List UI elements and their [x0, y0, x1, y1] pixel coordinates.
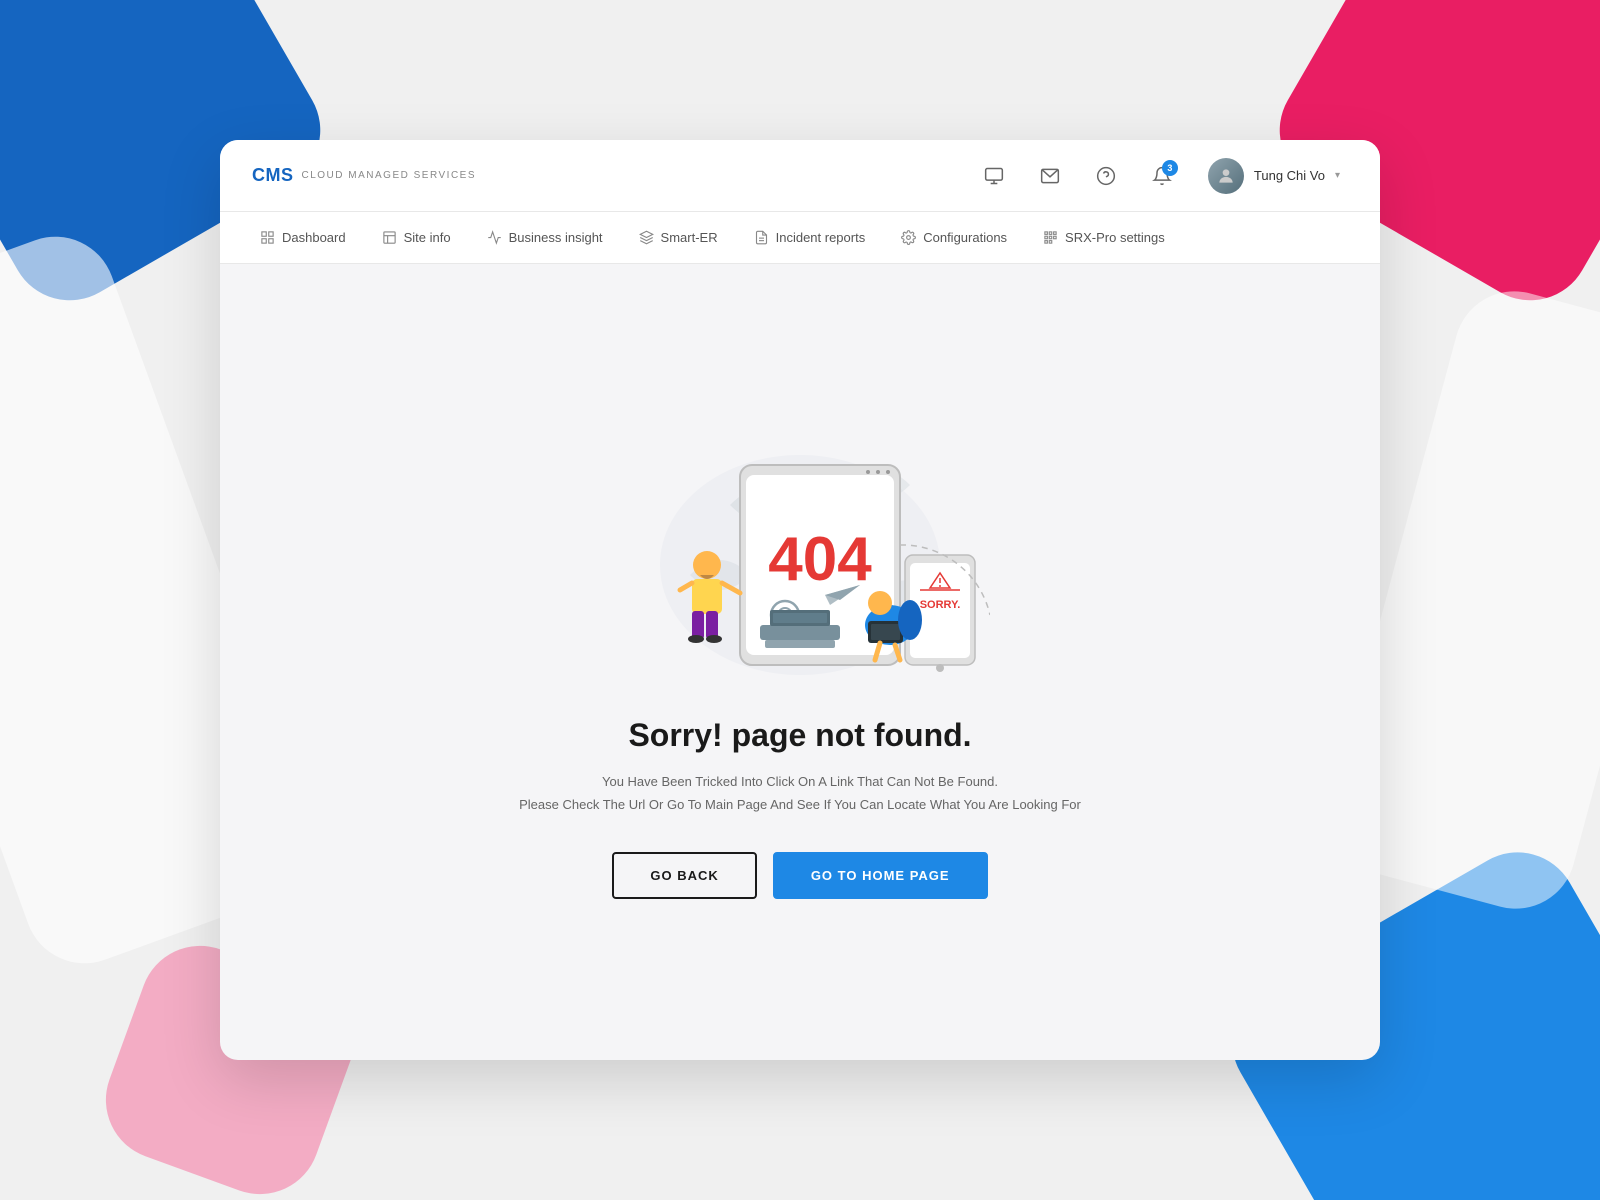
nav-item-dashboard[interactable]: Dashboard: [244, 222, 362, 253]
chevron-down-icon: ▾: [1335, 170, 1340, 181]
help-icon: [1096, 166, 1116, 186]
nav-item-site-info[interactable]: Site info: [366, 222, 467, 253]
grid-icon: [1043, 230, 1058, 245]
nav-label-dashboard: Dashboard: [282, 230, 346, 245]
svg-text:404: 404: [768, 525, 872, 594]
screen-icon: [984, 166, 1004, 186]
app-header: CMS CLOUD MANAGED SERVICES: [220, 140, 1380, 212]
avatar-image: [1216, 166, 1236, 186]
mail-icon: [1040, 166, 1060, 186]
nav-label-srx-pro: SRX-Pro settings: [1065, 230, 1165, 245]
nav-label-configurations: Configurations: [923, 230, 1007, 245]
nav-label-incident-reports: Incident reports: [776, 230, 866, 245]
main-nav: Dashboard Site info Business insight Sma…: [220, 212, 1380, 264]
user-name: Tung Chi Vo: [1254, 168, 1325, 183]
building-icon: [382, 230, 397, 245]
notification-badge: 3: [1162, 160, 1178, 176]
screen-icon-button[interactable]: [976, 158, 1012, 194]
nav-item-srx-pro[interactable]: SRX-Pro settings: [1027, 222, 1181, 253]
mail-icon-button[interactable]: [1032, 158, 1068, 194]
chart-icon: [487, 230, 502, 245]
logo-abbr: CMS: [252, 165, 294, 186]
avatar: [1208, 158, 1244, 194]
nav-label-site-info: Site info: [404, 230, 451, 245]
go-home-button[interactable]: GO TO HOME PAGE: [773, 852, 988, 899]
nav-label-business-insight: Business insight: [509, 230, 603, 245]
error-illustration: 404 SORRY.: [610, 425, 990, 685]
dashboard-icon: [260, 230, 275, 245]
notification-icon-button[interactable]: 3: [1144, 158, 1180, 194]
nav-item-incident-reports[interactable]: Incident reports: [738, 222, 882, 253]
svg-text:SORRY.: SORRY.: [920, 599, 961, 611]
logo-full: CLOUD MANAGED SERVICES: [302, 170, 477, 181]
error-desc-line1: You Have Been Tricked Into Click On A Li…: [602, 774, 998, 789]
nav-label-smart-er: Smart-ER: [661, 230, 718, 245]
go-back-button[interactable]: GO BACK: [612, 852, 756, 899]
help-icon-button[interactable]: [1088, 158, 1124, 194]
logo-area: CMS CLOUD MANAGED SERVICES: [252, 165, 476, 186]
error-actions: GO BACK GO TO HOME PAGE: [612, 852, 987, 899]
gear-icon: [901, 230, 916, 245]
nav-item-configurations[interactable]: Configurations: [885, 222, 1023, 253]
error-description: You Have Been Tricked Into Click On A Li…: [519, 770, 1081, 817]
nav-item-smart-er[interactable]: Smart-ER: [623, 222, 734, 253]
error-title: Sorry! page not found.: [628, 717, 971, 754]
main-content: 404 SORRY.: [220, 264, 1380, 1060]
header-icons: 3 Tung Chi Vo ▾: [976, 154, 1348, 198]
smart-icon: [639, 230, 654, 245]
illustration-svg: 404 SORRY.: [610, 425, 990, 685]
main-card: CMS CLOUD MANAGED SERVICES: [220, 140, 1380, 1060]
user-menu[interactable]: Tung Chi Vo ▾: [1200, 154, 1348, 198]
error-desc-line2: Please Check The Url Or Go To Main Page …: [519, 797, 1081, 812]
nav-item-business-insight[interactable]: Business insight: [471, 222, 619, 253]
report-icon: [754, 230, 769, 245]
